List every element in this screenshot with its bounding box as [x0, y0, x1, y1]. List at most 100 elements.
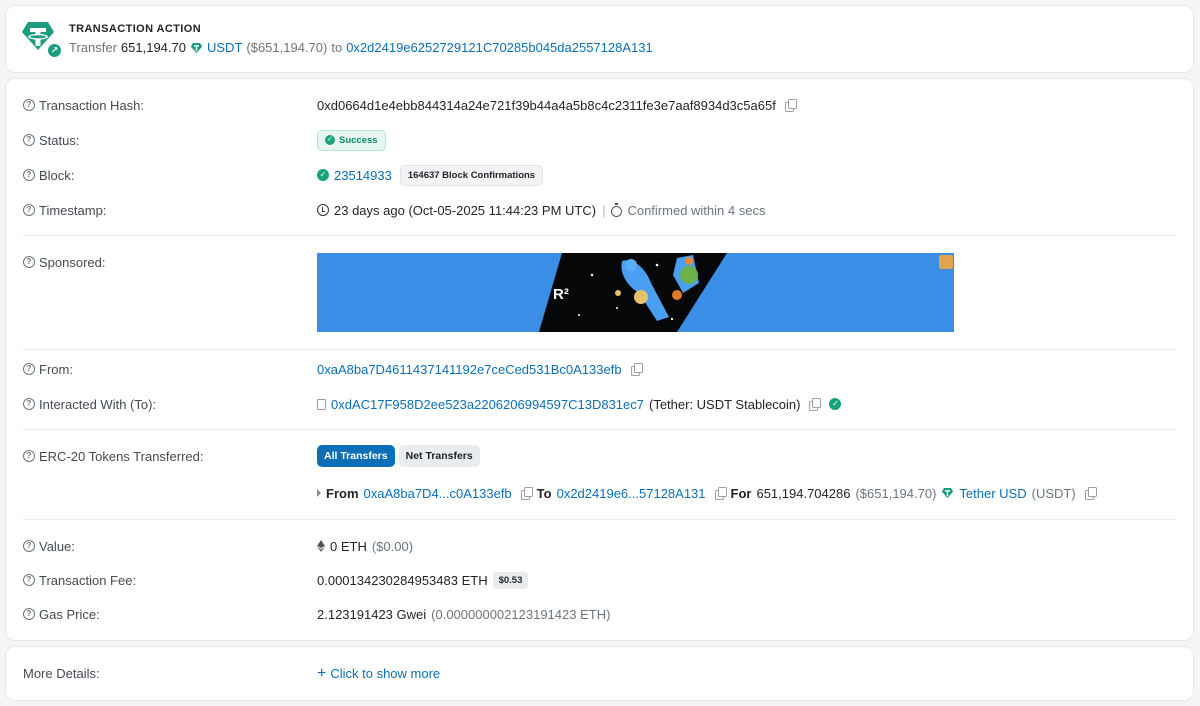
from-label: From: — [39, 361, 73, 377]
copy-icon[interactable] — [714, 487, 727, 500]
gas-eth: (0.000000002123191423 ETH) — [431, 606, 611, 622]
sponsored-banner[interactable]: R² — [317, 253, 954, 332]
more-details-row: More Details: + Click to show more — [6, 662, 1193, 684]
contract-icon — [317, 398, 326, 410]
divider — [23, 519, 1176, 520]
help-icon[interactable]: ? — [23, 204, 35, 216]
stopwatch-icon — [611, 202, 623, 217]
action-usd: ($651,194.70) — [246, 40, 328, 55]
copy-icon[interactable] — [784, 99, 797, 112]
contract-name: (Tether: USDT Stablecoin) — [648, 396, 801, 412]
interacted-label: Interacted With (To): — [39, 396, 157, 412]
divider — [23, 349, 1176, 350]
help-icon[interactable]: ? — [23, 608, 35, 620]
copy-icon[interactable] — [520, 487, 533, 500]
value-amount: 0 ETH — [330, 538, 367, 554]
status-value: Success — [339, 134, 378, 146]
plus-icon[interactable]: + — [317, 665, 326, 681]
gas-amount: 2.123191423 Gwei — [317, 606, 427, 622]
block-row: ? Block: ✓ 23514933 164637 Block Confirma… — [6, 164, 1193, 186]
help-icon[interactable]: ? — [23, 134, 35, 146]
copy-icon[interactable] — [630, 363, 643, 376]
erc20-row: ? ERC-20 Tokens Transferred: All Transfer… — [6, 445, 1193, 467]
help-icon[interactable]: ? — [23, 99, 35, 111]
action-summary: Transfer 651,194.70 USDT ($651,194.70) t… — [69, 40, 653, 55]
help-icon[interactable]: ? — [23, 363, 35, 375]
usdt-token-icon — [942, 488, 954, 498]
action-amount: 651,194.70 — [120, 40, 186, 55]
timestamp-confirmed: Confirmed within 4 secs — [627, 202, 766, 218]
status-badge: ✓ Success — [317, 129, 386, 151]
block-number-link[interactable]: 23514933 — [334, 168, 392, 183]
tx-hash-label: Transaction Hash: — [39, 97, 145, 113]
copy-icon[interactable] — [809, 398, 822, 411]
fee-amount: 0.000134230284953483 ETH — [317, 572, 488, 588]
status-row: ? Status: ✓ Success — [6, 129, 1193, 151]
value-usd: ($0.00) — [371, 538, 414, 554]
gas-row: ? Gas Price: 2.123191423 Gwei (0.00000000… — [6, 603, 1193, 625]
help-icon[interactable]: ? — [23, 398, 35, 410]
timestamp-separator: | — [602, 202, 606, 218]
transfer-to-link[interactable]: 0x2d2419e6...57128A131 — [557, 486, 706, 501]
transaction-action-card: ↗ TRANSACTION ACTION Transfer 651,194.70… — [5, 5, 1194, 73]
block-confirmations-badge: 164637 Block Confirmations — [399, 164, 544, 186]
help-icon[interactable]: ? — [23, 540, 35, 552]
transfer-arrow-icon: ↗ — [46, 42, 63, 59]
help-icon[interactable]: ? — [23, 169, 35, 181]
verified-check-icon: ✓ — [829, 398, 842, 410]
block-label: Block: — [39, 167, 75, 183]
transfer-usd: ($651,194.70) — [855, 485, 937, 501]
fee-usd-badge: $0.53 — [492, 571, 529, 589]
fee-label: Transaction Fee: — [39, 572, 137, 588]
more-details-label: More Details: — [23, 665, 100, 681]
value-row: ? Value: 0 ETH ($0.00) — [6, 535, 1193, 557]
status-label: Status: — [39, 132, 80, 148]
clock-icon — [317, 204, 329, 216]
contract-address-link[interactable]: 0xdAC17F958D2ee523a2206206994597C13D831e… — [331, 397, 644, 412]
help-icon[interactable]: ? — [23, 450, 35, 462]
gas-label: Gas Price: — [39, 606, 100, 622]
transfer-for-word: For — [730, 485, 752, 501]
timestamp-label: Timestamp: — [39, 202, 107, 218]
ad-info-icon[interactable] — [939, 255, 953, 269]
action-to-word: to — [331, 40, 343, 55]
help-icon[interactable]: ? — [23, 574, 35, 586]
banner-artwork: R² — [539, 253, 727, 332]
fee-row: ? Transaction Fee: 0.000134230284953483 E… — [6, 569, 1193, 591]
block-finalized-icon: ✓ — [317, 169, 329, 181]
action-title: TRANSACTION ACTION — [69, 23, 202, 35]
help-icon[interactable]: ? — [23, 256, 35, 268]
transfer-from-word: From — [326, 485, 359, 501]
copy-icon[interactable] — [1084, 487, 1097, 500]
from-row: ? From: 0xaA8ba7D4611437141192e7ceCed531B… — [6, 358, 1193, 380]
transfer-to-word: To — [536, 485, 552, 501]
transfer-from-link[interactable]: 0xaA8ba7D4...c0A133efb — [364, 486, 512, 501]
divider — [23, 429, 1176, 430]
sponsored-label: Sponsored: — [39, 254, 106, 270]
token-symbol: (USDT) — [1031, 485, 1076, 501]
interacted-row: ? Interacted With (To): 0xdAC17F958D2ee52… — [6, 393, 1193, 415]
show-more-link[interactable]: Click to show more — [330, 666, 440, 681]
action-verb: Transfer — [69, 40, 117, 55]
timestamp-row: ? Timestamp: 23 days ago (Oct-05-2025 11:… — [6, 199, 1193, 221]
erc20-label: ERC-20 Tokens Transferred: — [39, 448, 204, 464]
erc20-transfer-row: From 0xaA8ba7D4...c0A133efb To 0x2d2419e… — [6, 482, 1193, 504]
tab-net-transfers[interactable]: Net Transfers — [398, 445, 480, 467]
more-details-card: More Details: + Click to show more — [5, 646, 1194, 701]
svg-text:R²: R² — [553, 286, 569, 303]
transaction-details-card: ? Transaction Hash: 0xd0664d1e4ebb844314a… — [5, 78, 1194, 641]
tab-all-transfers[interactable]: All Transfers — [317, 445, 395, 467]
timestamp-value: 23 days ago (Oct-05-2025 11:44:23 PM UTC… — [334, 202, 597, 218]
token-name-link[interactable]: Tether USD — [959, 486, 1026, 501]
check-circle-icon: ✓ — [325, 135, 335, 145]
divider — [23, 235, 1176, 236]
usdt-token-icon — [190, 42, 203, 53]
expand-caret-icon[interactable] — [317, 489, 321, 497]
action-to-address-link[interactable]: 0x2d2419e6252729121C70285b045da2557128A1… — [346, 40, 653, 55]
action-token-link[interactable]: USDT — [207, 40, 242, 55]
tx-hash-value: 0xd0664d1e4ebb844314a24e721f39b44a4a5b8c… — [317, 97, 776, 113]
value-label: Value: — [39, 538, 75, 554]
from-address-link[interactable]: 0xaA8ba7D4611437141192e7ceCed531Bc0A133e… — [317, 362, 622, 377]
transfer-amount: 651,194.704286 — [756, 485, 851, 501]
ethereum-icon — [317, 540, 325, 552]
